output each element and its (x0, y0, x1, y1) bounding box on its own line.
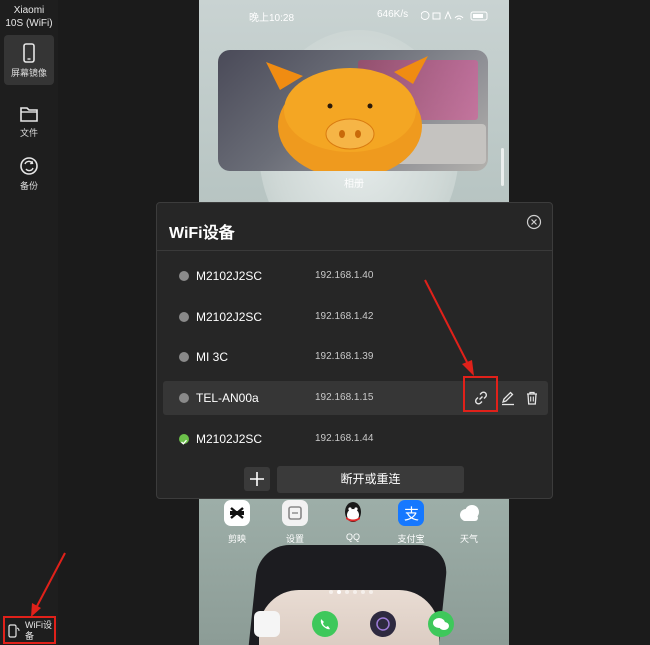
status-dot-offline (179, 271, 189, 281)
device-ip: 192.168.1.42 (315, 311, 374, 322)
add-device-button[interactable] (244, 467, 270, 491)
scroll-indicator (501, 148, 504, 186)
dialog-title: WiFi设备 (169, 225, 235, 242)
status-dot-offline (179, 352, 189, 362)
device-name: MI 3C (196, 350, 229, 364)
trash-icon[interactable] (522, 388, 542, 408)
status-dot-offline (179, 312, 189, 322)
device-ip: 192.168.1.15 (315, 392, 374, 403)
phone-call-icon[interactable] (312, 611, 338, 637)
photo-widget[interactable] (218, 50, 488, 171)
sidebar-item-screen-mirror[interactable]: 屏幕镜像 (4, 35, 54, 85)
wifi-devices-label: WiFi设备 (25, 620, 52, 641)
device-name: TEL-AN00a (196, 391, 259, 405)
sidebar-item-label: 屏幕镜像 (10, 68, 47, 78)
link-icon[interactable] (471, 388, 491, 408)
phone-icon (23, 43, 35, 63)
weather-icon (456, 500, 482, 526)
app-row: 剪映 设置 QQ 支 支付宝 天气 (199, 500, 509, 550)
app-qq[interactable]: QQ (328, 500, 378, 542)
widget-label: 相册 (344, 179, 364, 190)
messages-icon[interactable] (254, 611, 280, 637)
status-dot-offline (179, 393, 189, 403)
device-name: M2102J2SC (196, 269, 263, 283)
sidebar-item-files[interactable]: 文件 (4, 95, 54, 145)
device-ip: 192.168.1.39 (315, 351, 374, 362)
device-ip: 192.168.1.44 (315, 433, 374, 444)
device-row[interactable]: TEL-AN00a 192.168.1.15 (163, 376, 548, 415)
app-label: 天气 (459, 534, 478, 544)
divider (157, 250, 552, 251)
wechat-icon[interactable] (428, 611, 454, 637)
sidebar-wifi-devices-button[interactable]: WiFi设备 (3, 616, 56, 644)
svg-text:支: 支 (404, 505, 419, 523)
status-bar: 晚上10:28 646K/s (199, 9, 509, 25)
sidebar-item-backup[interactable]: 备份 (4, 148, 54, 198)
device-ip: 192.168.1.40 (315, 270, 374, 281)
sidebar-item-label: 文件 (19, 128, 38, 138)
app-label: 剪映 (227, 534, 246, 544)
disconnect-reconnect-button[interactable]: 断开或重连 (277, 466, 464, 493)
device-row[interactable]: MI 3C 192.168.1.39 (163, 340, 548, 374)
app-weather[interactable]: 天气 (444, 500, 494, 545)
sidebar: Xiaomi 10S (WiFi) 屏幕镜像 文件 备份 WiFi设备 (0, 0, 58, 645)
folder-icon (20, 107, 38, 122)
sync-icon (20, 157, 38, 175)
app-label: 支付宝 (397, 534, 425, 544)
device-name: Xiaomi 10S (WiFi) (5, 5, 53, 29)
device-row[interactable]: M2102J2SC 192.168.1.42 (163, 300, 548, 334)
device-row[interactable]: M2102J2SC 192.168.1.40 (163, 259, 548, 293)
wallpaper-legs (259, 590, 439, 645)
qq-icon (340, 500, 366, 526)
app-capcut[interactable]: 剪映 (212, 500, 262, 545)
plus-icon (250, 472, 264, 486)
app-settings[interactable]: 设置 (270, 500, 320, 545)
edit-icon[interactable] (498, 388, 518, 408)
status-dot-connected (179, 434, 189, 445)
app-label: QQ (345, 532, 360, 542)
device-row[interactable]: M2102J2SC 192.168.1.44 (163, 422, 548, 456)
alipay-icon: 支 (398, 500, 424, 526)
device-name: M2102J2SC (196, 432, 263, 446)
camera-icon[interactable] (370, 611, 396, 637)
device-name: M2102J2SC (196, 310, 263, 324)
settings-icon (282, 500, 308, 526)
orange-pig-icon (266, 56, 428, 171)
sidebar-item-label: 备份 (19, 181, 38, 191)
app-alipay[interactable]: 支 支付宝 (386, 500, 436, 545)
page-indicator (329, 581, 377, 594)
status-icons (421, 10, 488, 21)
phone-wifi-icon (8, 624, 20, 638)
app-label: 设置 (285, 534, 304, 544)
status-time: 晚上10:28 (249, 13, 295, 24)
capcut-icon (224, 500, 250, 526)
close-icon[interactable] (526, 214, 542, 230)
status-speed: 646K/s (377, 9, 409, 20)
wifi-devices-dialog: WiFi设备 M2102J2SC 192.168.1.40 M2102J2SC … (156, 202, 553, 499)
